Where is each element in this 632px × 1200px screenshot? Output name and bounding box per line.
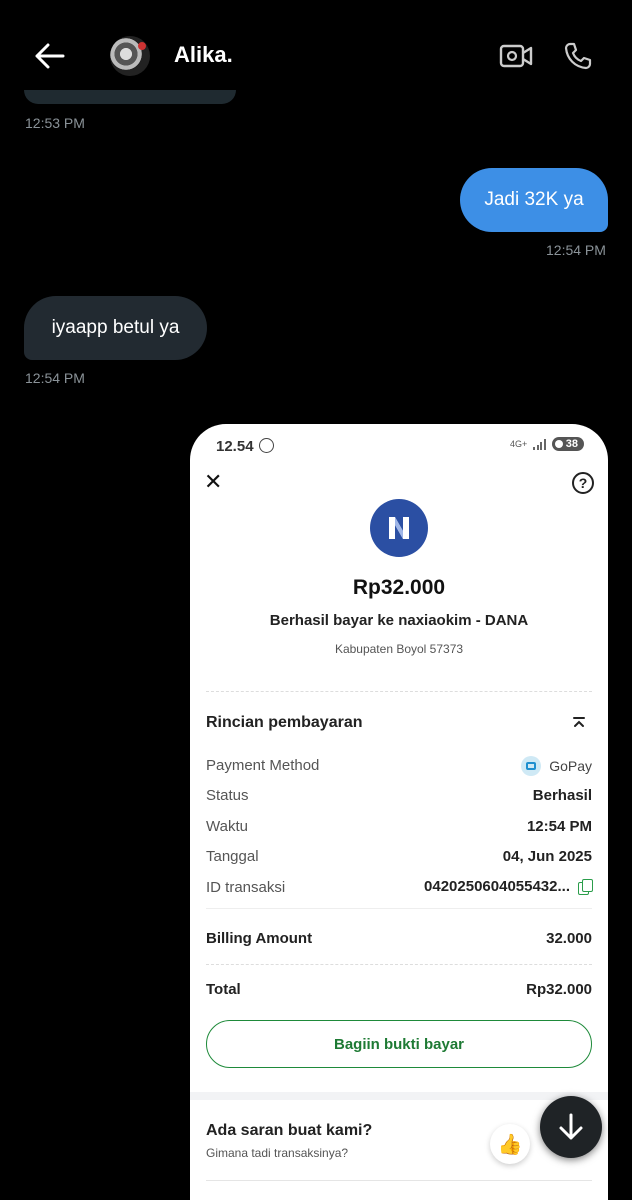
transaction-id-label: ID transaksi bbox=[206, 879, 286, 896]
payment-method-text: GoPay bbox=[549, 758, 592, 774]
scroll-to-bottom-button[interactable] bbox=[540, 1096, 602, 1158]
payment-method-value: GoPay bbox=[521, 756, 592, 776]
avatar[interactable] bbox=[110, 36, 150, 76]
thumbs-up-icon: 👍 bbox=[490, 1124, 530, 1164]
close-icon: ✕ bbox=[204, 469, 223, 494]
arrow-down-icon bbox=[559, 1113, 583, 1140]
transaction-id-text: 0420250604055432... bbox=[424, 878, 570, 895]
payment-method-label: Payment Method bbox=[206, 757, 320, 774]
status-bar-time: 12.54 bbox=[216, 438, 254, 455]
payment-recipient: Berhasil bayar ke naxiaokim - DANA bbox=[269, 612, 529, 629]
back-button[interactable] bbox=[30, 36, 70, 76]
message-text: Jadi 32K ya bbox=[484, 189, 584, 210]
transaction-id-value: 0420250604055432... bbox=[424, 878, 593, 895]
merchant-logo-icon bbox=[370, 499, 428, 557]
merchant-location: Kabupaten Boyol 57373 bbox=[334, 642, 464, 656]
feedback-subtitle: Gimana tadi transaksinya? bbox=[206, 1146, 349, 1160]
contact-name[interactable]: Alika. bbox=[174, 42, 233, 68]
time-value: 12:54 PM bbox=[526, 818, 592, 835]
message-text: iyaapp betul ya bbox=[51, 317, 180, 338]
share-receipt-button: Bagiin bukti bayar bbox=[206, 1020, 592, 1068]
date-label: Tanggal bbox=[206, 848, 259, 865]
video-call-icon bbox=[499, 44, 533, 68]
total-value: Rp32.000 bbox=[526, 981, 592, 998]
divider bbox=[206, 908, 592, 909]
message-time: 12:54 PM bbox=[25, 370, 85, 386]
arrow-left-icon bbox=[35, 43, 65, 69]
phone-icon bbox=[564, 42, 592, 70]
total-label: Total bbox=[206, 981, 241, 998]
shared-receipt-image[interactable]: 12.54 4G+ 38 ✕ ? Rp32.000 Berhasil bayar… bbox=[190, 424, 608, 1200]
wallet-icon bbox=[521, 756, 542, 776]
divider bbox=[206, 1180, 592, 1181]
incoming-message-bubble[interactable]: iyaapp betul ya bbox=[24, 296, 207, 360]
billing-amount-label: Billing Amount bbox=[206, 930, 313, 947]
billing-amount-value: 32.000 bbox=[546, 930, 592, 947]
section-separator bbox=[190, 1092, 608, 1100]
network-label: 4G+ bbox=[509, 439, 528, 449]
status-label: Status bbox=[206, 787, 249, 804]
feedback-title: Ada saran buat kami? bbox=[206, 1122, 373, 1139]
status-bar-indicators: 4G+ 38 bbox=[510, 437, 584, 451]
payment-amount: Rp32.000 bbox=[352, 576, 446, 599]
voice-call-button[interactable] bbox=[558, 36, 598, 76]
message-time: 12:54 PM bbox=[546, 242, 606, 258]
signal-icon bbox=[533, 438, 546, 450]
time-label: Waktu bbox=[206, 818, 248, 835]
message-time: 12:53 PM bbox=[25, 115, 85, 131]
previous-message-bubble[interactable] bbox=[24, 90, 236, 104]
copy-icon bbox=[578, 879, 593, 895]
whatsapp-icon bbox=[259, 438, 274, 453]
divider bbox=[206, 691, 592, 692]
collapse-icon bbox=[573, 717, 585, 727]
outgoing-message-bubble[interactable]: Jadi 32K ya bbox=[460, 168, 608, 232]
help-icon: ? bbox=[572, 472, 594, 494]
divider bbox=[206, 964, 592, 965]
date-value: 04, Jun 2025 bbox=[502, 848, 592, 865]
details-title: Rincian pembayaran bbox=[206, 714, 363, 731]
video-call-button[interactable] bbox=[496, 36, 536, 76]
status-value: Berhasil bbox=[532, 787, 592, 804]
battery-icon: 38 bbox=[551, 437, 584, 451]
